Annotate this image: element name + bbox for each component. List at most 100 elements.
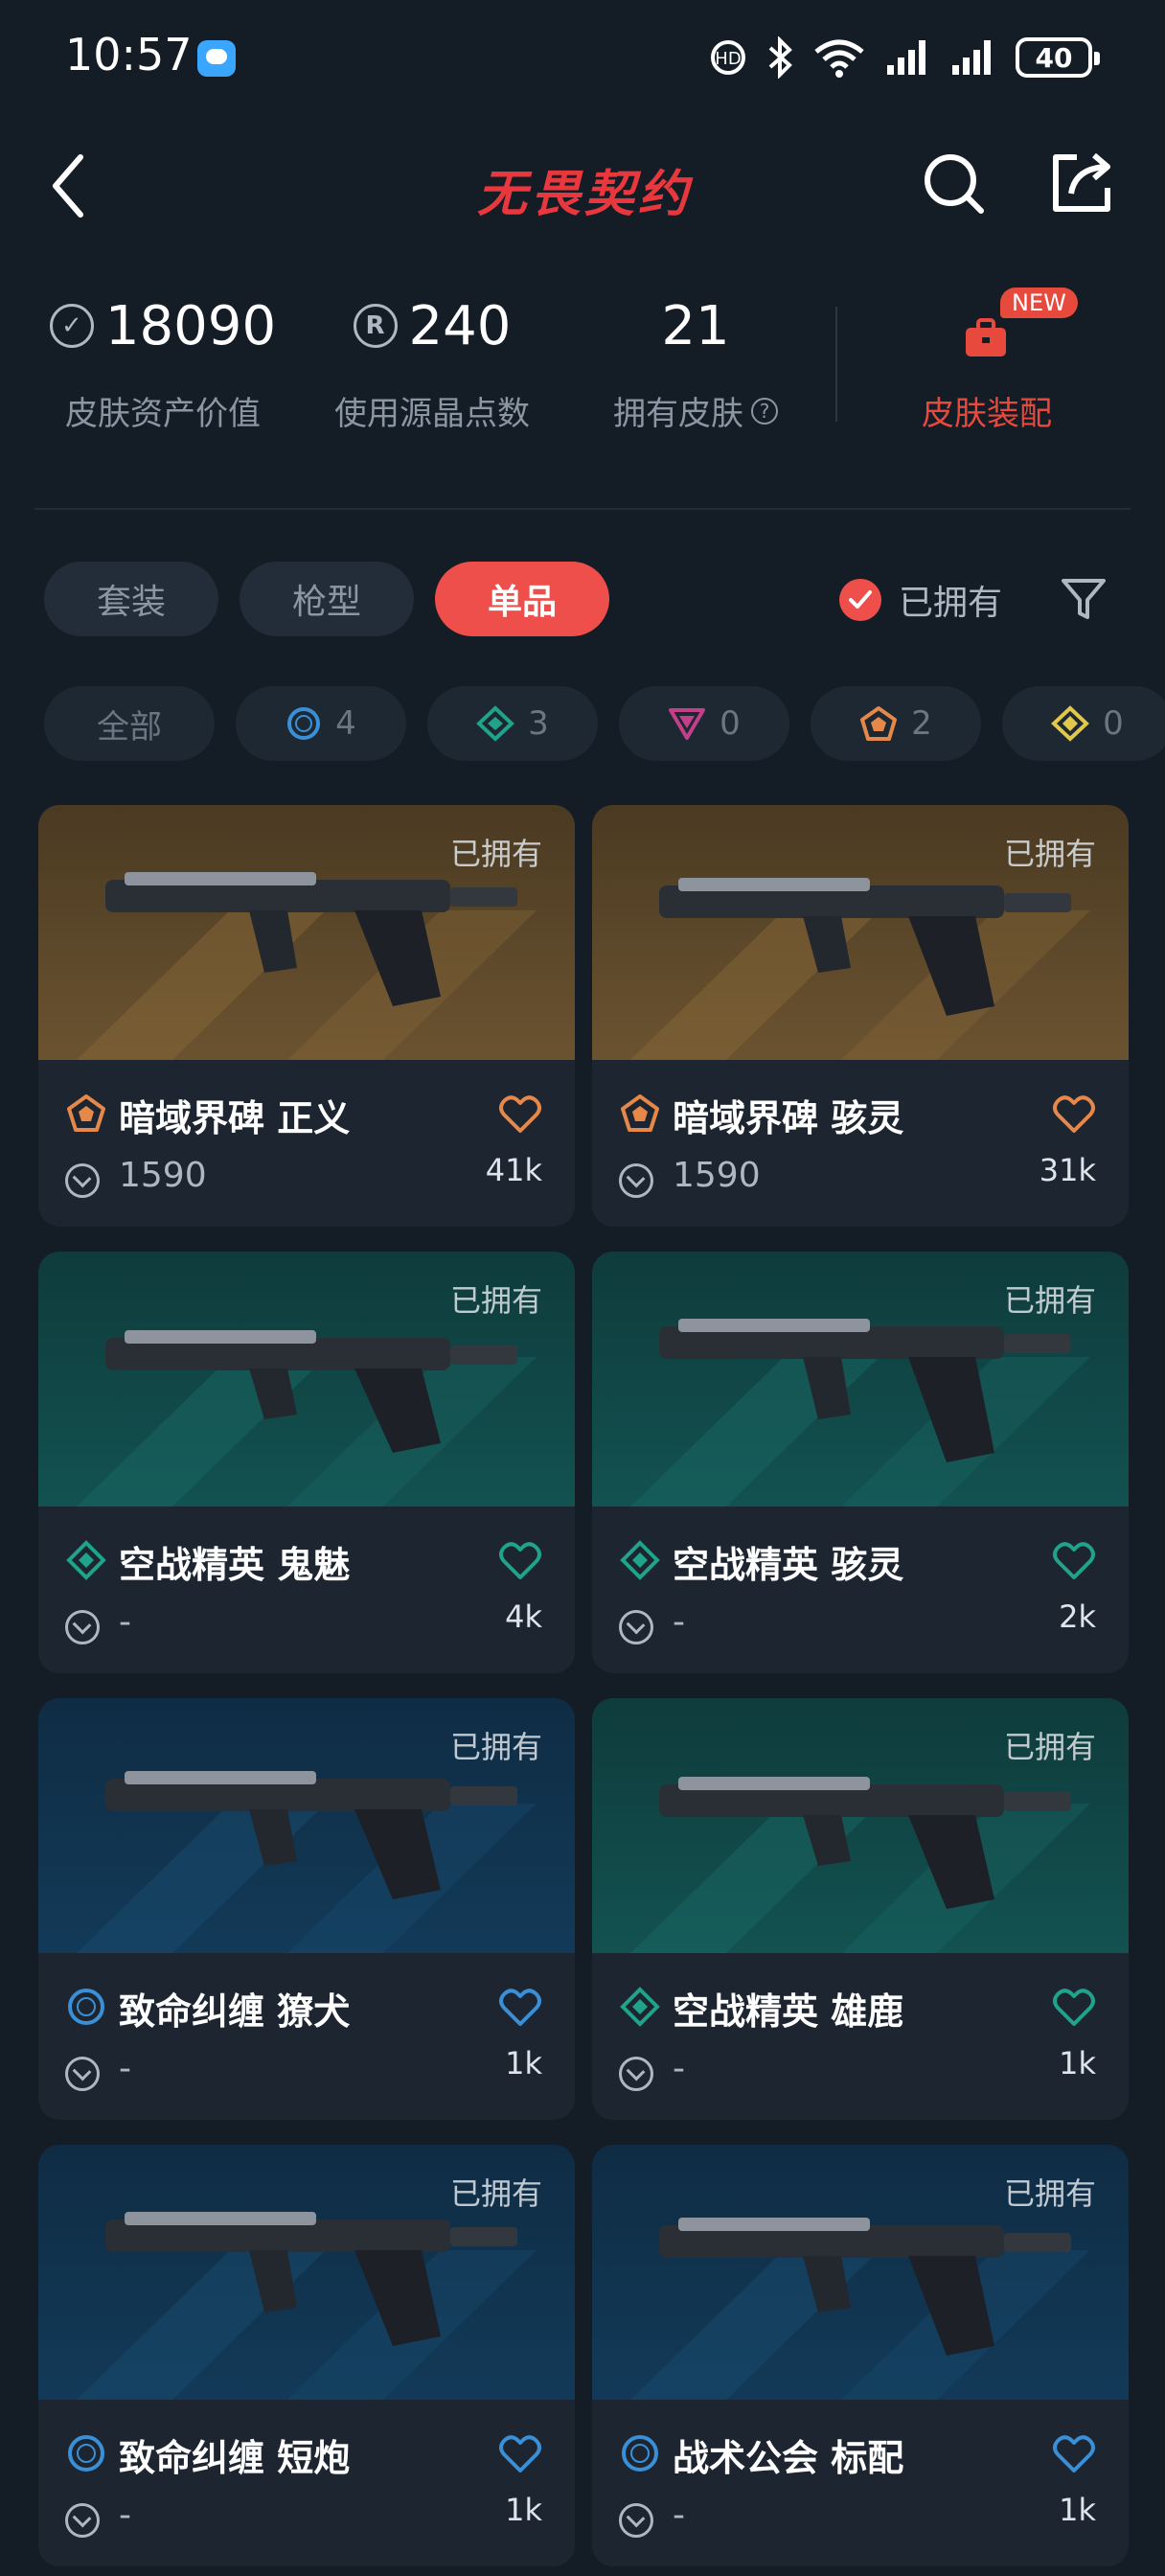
vp-coin-icon: [65, 1163, 100, 1198]
like-count: 1k: [505, 2492, 542, 2528]
skin-image: 已拥有: [592, 1252, 1129, 1506]
skin-price: -: [119, 2496, 131, 2535]
search-icon: [925, 154, 984, 214]
share-button[interactable]: [1048, 150, 1115, 217]
tier-filter-deluxe[interactable]: 3: [427, 686, 598, 761]
heart-icon[interactable]: [1052, 2434, 1096, 2474]
signal-2-icon: [952, 40, 991, 75]
skin-image: 已拥有: [592, 1698, 1129, 1953]
status-bar: 10:57 HD 40: [0, 0, 1165, 115]
skin-name: 暗域界碑 骇灵: [673, 1097, 904, 1139]
skin-card[interactable]: 已拥有 空战精英 骇灵 - 2k: [592, 1252, 1129, 1673]
deluxe-tier-icon: [620, 1540, 660, 1580]
skin-info: 暗域界碑 正义 1590 41k: [38, 1060, 575, 1227]
vp-coin-icon: ✓: [49, 304, 94, 348]
stat-label: 拥有皮肤: [613, 395, 743, 433]
deluxe-tier-icon: [66, 1540, 106, 1580]
skin-card[interactable]: 已拥有 空战精英 鬼魅 - 4k: [38, 1252, 575, 1673]
stat-radianite: R 240 使用源晶点数: [322, 288, 542, 434]
skin-image: 已拥有: [38, 1252, 575, 1506]
tier-filter-premium[interactable]: 0: [619, 686, 789, 761]
loadout-label: 皮肤装配: [922, 395, 1052, 433]
owned-label: 已拥有: [449, 1729, 542, 1765]
stat-owned-skins[interactable]: 21 拥有皮肤?: [600, 288, 791, 434]
tier-filter-ultra[interactable]: 0: [1002, 686, 1165, 761]
like-count: 41k: [485, 1152, 542, 1188]
top-bar: 无畏契约: [0, 125, 1165, 240]
like-count: 1k: [505, 2045, 542, 2082]
radianite-icon: R: [353, 304, 398, 348]
owned-label: 已拥有: [1003, 1729, 1096, 1765]
heart-icon[interactable]: [498, 1094, 542, 1135]
tier-filter-all[interactable]: 全部: [44, 686, 215, 761]
skin-info: 暗域界碑 骇灵 1590 31k: [592, 1060, 1129, 1227]
ultra-tier-icon: [1051, 705, 1090, 742]
skin-price: 1590: [119, 1156, 207, 1195]
vp-coin-icon: [619, 2057, 653, 2091]
skin-name: 空战精英 鬼魅: [119, 1544, 351, 1586]
skin-info: 战术公会 标配 - 1k: [592, 2400, 1129, 2566]
skin-info: 致命纠缠 短炮 - 1k: [38, 2400, 575, 2566]
back-button[interactable]: [44, 148, 111, 224]
owned-filter-toggle[interactable]: 已拥有: [839, 575, 1002, 625]
stat-label: 使用源晶点数: [334, 395, 530, 433]
exclusive-tier-icon: [621, 1094, 659, 1132]
like-count: 2k: [1059, 1598, 1096, 1635]
status-time: 10:57: [65, 29, 193, 80]
exclusive-tier-icon: [860, 706, 898, 741]
status-icons: HD 40: [709, 34, 1100, 80]
svg-text:HD: HD: [715, 49, 741, 69]
heart-icon[interactable]: [498, 1541, 542, 1581]
tab-bundles[interactable]: 套装: [44, 562, 218, 636]
tier-filter-count: 4: [335, 704, 356, 743]
tier-filter-exclusive[interactable]: 2: [811, 686, 981, 761]
like-count: 4k: [505, 1598, 542, 1635]
heart-icon[interactable]: [1052, 1094, 1096, 1135]
select-tier-icon: [287, 707, 321, 740]
deluxe-tier-icon: [476, 705, 515, 742]
skin-info: 空战精英 骇灵 - 2k: [592, 1506, 1129, 1673]
tier-filter-select[interactable]: 4: [236, 686, 406, 761]
skin-card[interactable]: 已拥有 暗域界碑 正义 1590 41k: [38, 805, 575, 1227]
like-count: 1k: [1059, 2045, 1096, 2082]
app-logo-title: 无畏契约: [476, 166, 692, 223]
select-tier-icon: [68, 1989, 104, 2025]
skin-card[interactable]: 已拥有 致命纠缠 短炮 - 1k: [38, 2145, 575, 2566]
battery-level: 40: [1035, 41, 1073, 74]
premium-tier-icon: [669, 708, 706, 740]
skin-card[interactable]: 已拥有 致命纠缠 獠犬 - 1k: [38, 1698, 575, 2120]
skin-card[interactable]: 已拥有 战术公会 标配 - 1k: [592, 2145, 1129, 2566]
signal-1-icon: [887, 40, 925, 75]
help-icon[interactable]: ?: [751, 397, 778, 425]
tab-weapon-types[interactable]: 枪型: [240, 562, 414, 636]
owned-label: 已拥有: [1003, 836, 1096, 872]
filter-button[interactable]: [1060, 575, 1108, 623]
briefcase-icon: [966, 318, 1006, 356]
deluxe-tier-icon: [620, 1987, 660, 2027]
skin-price: -: [673, 2496, 685, 2535]
heart-icon[interactable]: [1052, 1541, 1096, 1581]
heart-icon[interactable]: [498, 1988, 542, 2028]
select-tier-icon: [68, 2435, 104, 2472]
stat-skin-value: ✓ 18090 皮肤资产价值: [48, 288, 278, 434]
loadout-button[interactable]: NEW 皮肤装配: [881, 288, 1092, 434]
skin-name: 空战精英 骇灵: [673, 1544, 904, 1586]
tab-single-items[interactable]: 单品: [435, 562, 609, 636]
like-count: 1k: [1059, 2492, 1096, 2528]
owned-label: 已拥有: [1003, 2175, 1096, 2212]
skin-info: 空战精英 雄鹿 - 1k: [592, 1953, 1129, 2120]
skin-card[interactable]: 已拥有 暗域界碑 骇灵 1590 31k: [592, 805, 1129, 1227]
skin-image: 已拥有: [592, 805, 1129, 1060]
skin-card[interactable]: 已拥有 空战精英 雄鹿 - 1k: [592, 1698, 1129, 2120]
heart-icon[interactable]: [498, 2434, 542, 2474]
view-tabs: 套装 枪型 单品 已拥有: [0, 562, 1165, 638]
stats-divider: [835, 307, 837, 422]
new-badge: NEW: [1000, 288, 1078, 318]
heart-icon[interactable]: [1052, 1988, 1096, 2028]
wifi-icon: [814, 39, 864, 78]
skin-name: 致命纠缠 短炮: [119, 2437, 351, 2479]
section-divider: [34, 508, 1131, 510]
search-button[interactable]: [920, 150, 987, 217]
skin-name: 战术公会 标配: [673, 2437, 904, 2479]
share-icon: [1053, 152, 1110, 212]
